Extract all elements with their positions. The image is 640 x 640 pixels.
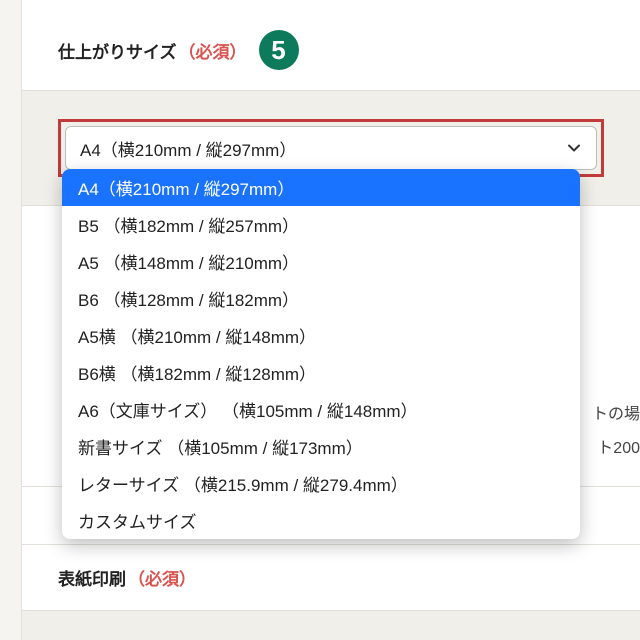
- required-label: （必須）: [179, 38, 247, 63]
- section-heading-cover: 表紙印刷 （必須）: [22, 544, 640, 610]
- bg-text-fragment: ト200: [597, 434, 640, 458]
- size-option[interactable]: A6（文庫サイズ） （横105mm / 縦148mm）: [62, 391, 580, 428]
- size-option[interactable]: B5 （横182mm / 縦257mm）: [62, 206, 580, 243]
- size-option[interactable]: B6横 （横182mm / 縦128mm）: [62, 354, 580, 391]
- size-option[interactable]: レターサイズ （横215.9mm / 縦279.4mm）: [62, 465, 580, 502]
- size-option[interactable]: A5横 （横210mm / 縦148mm）: [62, 317, 580, 354]
- size-option[interactable]: カスタムサイズ: [62, 502, 580, 539]
- chevron-down-icon: [566, 140, 582, 156]
- section-heading-size: 仕上がりサイズ （必須） 5: [22, 0, 640, 90]
- section-title: 表紙印刷: [58, 565, 126, 590]
- size-dropdown[interactable]: A4（横210mm / 縦297mm）B5 （横182mm / 縦257mm）A…: [62, 169, 580, 539]
- size-select-value: A4（横210mm / 縦297mm）: [80, 136, 296, 161]
- required-label: （必須）: [128, 565, 196, 590]
- size-option[interactable]: B6 （横128mm / 縦182mm）: [62, 280, 580, 317]
- section-title: 仕上がりサイズ: [58, 38, 177, 63]
- size-select[interactable]: A4（横210mm / 縦297mm）: [65, 126, 597, 170]
- size-option[interactable]: A5 （横148mm / 縦210mm）: [62, 243, 580, 280]
- bg-text-fragment: トの場: [592, 400, 640, 424]
- size-option[interactable]: 新書サイズ （横105mm / 縦173mm）: [62, 428, 580, 465]
- size-field-row: A4（横210mm / 縦297mm） A4（横210mm / 縦297mm）B…: [22, 90, 640, 206]
- size-option[interactable]: A4（横210mm / 縦297mm）: [62, 169, 580, 206]
- left-gutter: [0, 0, 22, 640]
- cover-field-row: [22, 610, 640, 640]
- step-badge-5: 5: [259, 30, 299, 70]
